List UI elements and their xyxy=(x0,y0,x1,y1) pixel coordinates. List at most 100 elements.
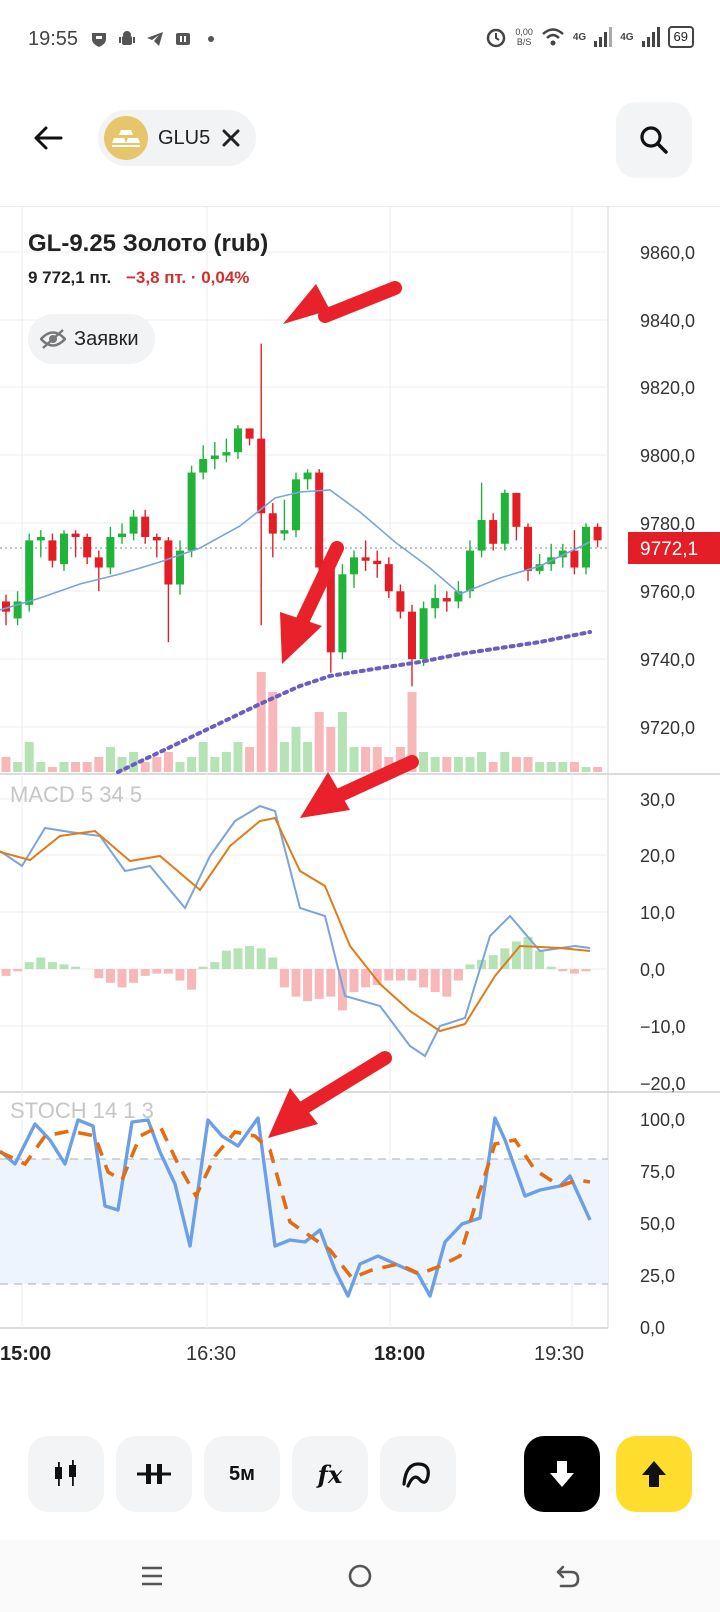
candle-body xyxy=(315,472,324,568)
volume-bar xyxy=(523,757,533,772)
orders-label: Заявки xyxy=(74,327,139,350)
price-tick: 9800,0 xyxy=(640,446,695,466)
macd-histogram-bar xyxy=(453,969,463,981)
candle-body xyxy=(489,520,498,544)
candle-body xyxy=(199,458,208,473)
volume-bar xyxy=(465,757,475,772)
battery-indicator: 69 xyxy=(667,26,694,48)
macd-histogram-bar xyxy=(24,962,34,969)
candle-body xyxy=(280,530,289,534)
macd-histogram-bar xyxy=(535,950,545,969)
volume-bar xyxy=(245,747,255,772)
chart-area[interactable]: 9860,0 9840,0 9820,0 9800,0 9780,0 9760,… xyxy=(0,206,720,1376)
volume-bar xyxy=(233,742,243,772)
back-nav-icon xyxy=(556,1565,580,1588)
price-tick: 9760,0 xyxy=(640,582,695,602)
price-change: −3,8 пт. · 0,04% xyxy=(126,268,250,287)
volume-bar xyxy=(221,752,231,772)
candle-body xyxy=(187,472,196,551)
ticker-chip[interactable]: GLU5 xyxy=(98,110,257,166)
candle-body xyxy=(442,598,451,602)
macd-histogram-bar xyxy=(256,948,266,969)
stoch-label: STOCH 14 1 3 xyxy=(10,1098,154,1123)
price-tick: 9780,0 xyxy=(640,514,695,534)
annotation-arrow xyxy=(280,612,322,664)
macd-histogram-bar xyxy=(198,966,208,969)
status-notification-icons xyxy=(90,30,220,48)
volume-bar xyxy=(453,757,463,772)
macd-histogram-bar xyxy=(117,969,127,988)
home-circle-icon xyxy=(348,1564,372,1588)
candle-body xyxy=(141,516,150,537)
volume-bar xyxy=(198,742,208,772)
macd-histogram-bar xyxy=(140,969,150,976)
orders-toggle-button[interactable]: Заявки xyxy=(28,314,155,364)
macd-tick: 10,0 xyxy=(640,903,675,923)
compare-button[interactable] xyxy=(116,1436,192,1512)
home-button[interactable] xyxy=(340,1556,380,1596)
macd-histogram-bar xyxy=(558,969,568,972)
time-tick: 18:00 xyxy=(374,1343,425,1365)
candle-body xyxy=(477,520,486,551)
draw-tools-button[interactable] xyxy=(380,1436,456,1512)
buy-button[interactable] xyxy=(616,1436,692,1512)
macd-histogram-bar xyxy=(1,969,11,976)
candle-body xyxy=(83,537,92,558)
stoch-tick: 75,0 xyxy=(640,1162,675,1182)
volume-bar xyxy=(349,747,359,772)
remove-ticker-button[interactable] xyxy=(220,127,242,149)
menu-lines-icon xyxy=(142,1566,162,1586)
macd-histogram-bar xyxy=(488,955,498,969)
macd-histogram-bar xyxy=(36,957,46,969)
candle-body xyxy=(500,492,509,544)
candle-body xyxy=(118,533,126,537)
macd-histogram-bar xyxy=(210,962,220,969)
price-chart[interactable]: 9860,0 9840,0 9820,0 9800,0 9780,0 9760,… xyxy=(0,206,720,1376)
macd-histogram-bar xyxy=(47,962,57,969)
back-nav-button[interactable] xyxy=(548,1556,588,1596)
volume-bar xyxy=(326,727,336,772)
macd-histogram-bar xyxy=(326,969,336,997)
candle-body xyxy=(25,540,34,605)
chart-type-button[interactable] xyxy=(28,1436,104,1512)
candle-body xyxy=(245,428,254,439)
chart-header: GL-9.25 Золото (rub) 9 772,1 пт. −3,8 пт… xyxy=(28,230,268,288)
volume-bar xyxy=(500,752,510,772)
interval-button[interactable]: 5м xyxy=(204,1436,280,1512)
time-tick: 15:00 xyxy=(0,1343,51,1365)
more-notifications-dot-icon xyxy=(208,36,214,42)
volume-bar xyxy=(337,712,347,772)
compare-icon xyxy=(137,1464,171,1484)
current-price-tag: 9772,1 xyxy=(640,539,698,560)
search-button[interactable] xyxy=(616,102,692,178)
candle-body xyxy=(524,526,532,571)
indicators-button[interactable]: fx xyxy=(292,1436,368,1512)
macd-histogram-bar xyxy=(221,950,231,969)
price-tick: 9740,0 xyxy=(640,650,695,670)
net-speed-value: 0,00 xyxy=(515,27,533,37)
recent-apps-button[interactable] xyxy=(132,1556,172,1596)
volume-bar xyxy=(1,757,11,772)
volume-bar xyxy=(314,712,324,772)
macd-histogram-bar xyxy=(163,969,173,974)
candle-body xyxy=(303,472,312,480)
candle-body xyxy=(373,560,382,565)
back-button[interactable] xyxy=(26,116,70,160)
macd-histogram-bar xyxy=(175,969,185,981)
arrow-down-icon xyxy=(550,1461,574,1487)
volume-bar xyxy=(175,762,185,772)
macd-histogram-bar xyxy=(152,969,162,974)
macd-histogram-bar xyxy=(361,969,371,988)
annotation-arrow xyxy=(293,1051,392,1117)
shield-app-icon xyxy=(92,33,106,47)
candle-body xyxy=(71,533,80,537)
candle-body xyxy=(94,557,103,568)
volume-bar xyxy=(569,762,579,772)
network-type-2: 4G xyxy=(620,31,634,43)
candlestick-icon xyxy=(55,1460,76,1486)
system-nav-bar xyxy=(0,1540,720,1612)
volume-bar xyxy=(581,767,591,772)
sell-button[interactable] xyxy=(524,1436,600,1512)
volume-bar xyxy=(140,762,150,772)
stoch-tick: 25,0 xyxy=(640,1266,675,1286)
